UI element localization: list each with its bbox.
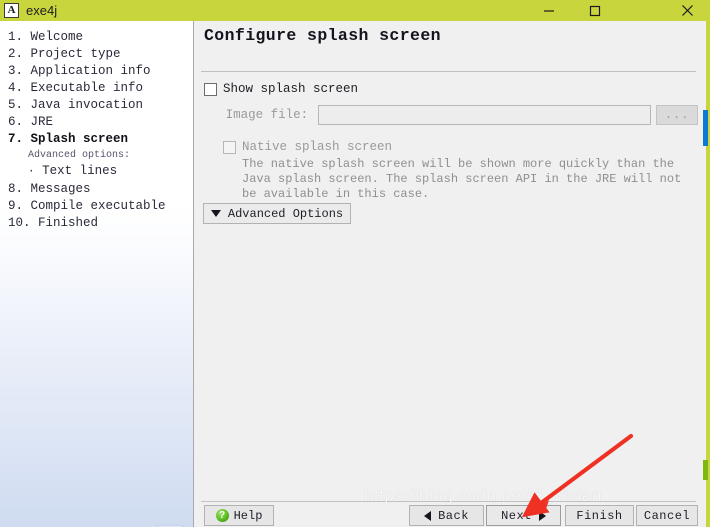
native-splash-screen-checkbox[interactable] xyxy=(223,140,236,154)
next-button[interactable]: Next xyxy=(486,505,561,526)
sidebar-item-jre[interactable]: 6. JRE xyxy=(6,114,193,131)
step-label: JRE xyxy=(30,115,54,129)
subitem-label: Text lines xyxy=(42,164,118,178)
sidebar-item-project-type[interactable]: 2. Project type xyxy=(6,46,193,63)
image-file-label: Image file: xyxy=(225,108,309,122)
wizard-step-sidebar: 1. Welcome 2. Project type 3. Applicatio… xyxy=(0,21,194,527)
native-splash-screen-description: The native splash screen will be shown m… xyxy=(242,157,682,201)
help-button-label: Help xyxy=(233,508,263,523)
main-content-panel: Configure splash screen Show splash scre… xyxy=(195,21,708,527)
window-title: exe4j xyxy=(26,3,58,18)
image-file-input[interactable] xyxy=(318,105,652,125)
back-button[interactable]: Back xyxy=(409,505,484,526)
right-edge-scrollbar-thumb-secondary[interactable] xyxy=(703,460,708,480)
image-file-row: Image file: ... xyxy=(204,104,698,126)
page-title: Configure splash screen xyxy=(204,26,441,45)
step-label: Executable info xyxy=(30,81,144,95)
step-number: 10. xyxy=(8,216,31,230)
triangle-right-icon xyxy=(538,510,546,521)
native-splash-screen-label: Native splash screen xyxy=(242,140,393,154)
step-number: 3. xyxy=(8,64,24,78)
sidebar-item-finished[interactable]: 10. Finished xyxy=(6,215,193,232)
next-button-label: Next xyxy=(501,508,532,523)
step-number: 4. xyxy=(8,81,24,95)
right-edge-scrollbar-thumb[interactable] xyxy=(703,110,708,146)
cancel-button[interactable]: Cancel xyxy=(636,505,698,526)
step-label: Project type xyxy=(30,47,121,61)
finish-button-label: Finish xyxy=(576,508,623,523)
step-label: Application info xyxy=(30,64,151,78)
close-button[interactable] xyxy=(664,0,710,21)
exe4j-wizard-window: A exe4j 1. Welcome 2. Project type 3. Ap… xyxy=(0,0,710,527)
footer-divider xyxy=(201,501,696,502)
sidebar-item-messages[interactable]: 8. Messages xyxy=(6,181,193,198)
help-icon: ? xyxy=(215,509,229,522)
advanced-options-label: Advanced Options xyxy=(227,206,344,221)
sidebar-item-java-invocation[interactable]: 5. Java invocation xyxy=(6,97,193,114)
step-label: Splash screen xyxy=(30,132,129,146)
step-number: 2. xyxy=(8,47,24,61)
chevron-down-icon xyxy=(210,210,221,217)
native-splash-screen-row[interactable]: Native splash screen xyxy=(223,140,392,154)
step-number: 7. xyxy=(8,132,24,146)
sidebar-item-application-info[interactable]: 3. Application info xyxy=(6,63,193,80)
step-number: 5. xyxy=(8,98,24,112)
advanced-options-button[interactable]: Advanced Options xyxy=(203,203,351,224)
step-label: Finished xyxy=(38,216,99,230)
step-number: 8. xyxy=(8,182,24,196)
finish-button[interactable]: Finish xyxy=(565,505,634,526)
sidebar-item-welcome[interactable]: 1. Welcome xyxy=(6,29,193,46)
step-number: 1. xyxy=(8,30,24,44)
step-label: Messages xyxy=(30,182,91,196)
maximize-button[interactable] xyxy=(572,0,618,21)
sidebar-advanced-options-header: Advanced options: xyxy=(28,150,131,161)
show-splash-screen-checkbox[interactable] xyxy=(204,82,217,96)
show-splash-screen-row[interactable]: Show splash screen xyxy=(204,82,358,96)
step-label: Java invocation xyxy=(30,98,144,112)
triangle-left-icon xyxy=(424,510,432,521)
back-button-label: Back xyxy=(438,508,469,523)
wizard-step-list: 1. Welcome 2. Project type 3. Applicatio… xyxy=(0,21,193,232)
show-splash-screen-label: Show splash screen xyxy=(223,82,359,96)
sidebar-item-compile-executable[interactable]: 9. Compile executable xyxy=(6,198,193,215)
image-file-browse-button[interactable]: ... xyxy=(656,105,698,125)
minimize-button[interactable] xyxy=(526,0,572,21)
step-label: Welcome xyxy=(30,30,84,44)
title-bar: A exe4j xyxy=(0,0,710,21)
app-icon: A xyxy=(4,3,19,18)
sidebar-subitem-text-lines[interactable]: · Text lines xyxy=(6,163,193,181)
cancel-button-label: Cancel xyxy=(643,508,691,523)
step-label: Compile executable xyxy=(30,199,166,213)
bullet-icon: · xyxy=(28,166,35,178)
sidebar-item-splash-screen[interactable]: 7. Splash screen xyxy=(6,131,193,148)
title-divider xyxy=(201,71,696,72)
step-number: 6. xyxy=(8,115,24,129)
sidebar-item-executable-info[interactable]: 4. Executable info xyxy=(6,80,193,97)
step-number: 9. xyxy=(8,199,24,213)
help-button[interactable]: ? Help xyxy=(204,505,274,526)
